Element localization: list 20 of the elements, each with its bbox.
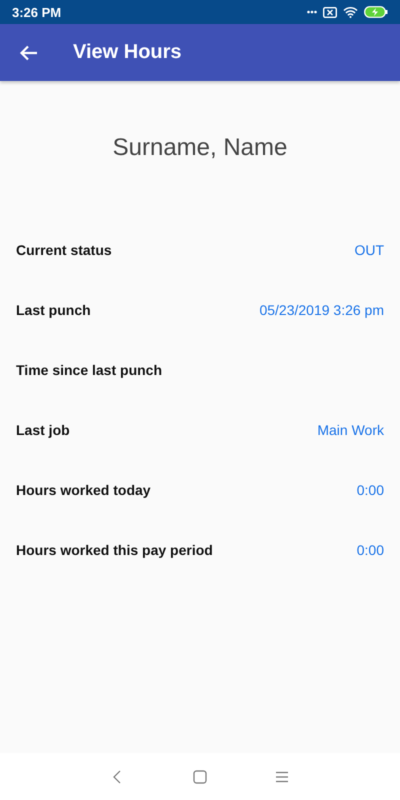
field-value: 0:00 [356,542,384,558]
battery-icon [364,6,388,18]
home-button[interactable] [193,770,207,784]
field-value: OUT [354,242,384,258]
field-label: Last job [16,422,70,438]
status-time: 3:26 PM [12,4,62,20]
field-label: Hours worked this pay period [16,542,213,558]
field-value: Main Work [317,422,384,438]
employee-name: Surname, Name [112,134,288,162]
field-label: Current status [16,242,112,258]
field-value: 05/23/2019 3:26 pm [259,302,384,318]
dots-icon [307,10,317,14]
field-label: Hours worked today [16,482,151,498]
wifi-icon [343,6,358,18]
field-value: 0:00 [356,482,384,498]
menu-button[interactable] [275,770,289,784]
sim-icon [323,6,337,18]
field-label: Time since last punch [16,362,162,378]
screen-title: View Hours [73,41,182,64]
field-label: Last punch [16,302,91,318]
